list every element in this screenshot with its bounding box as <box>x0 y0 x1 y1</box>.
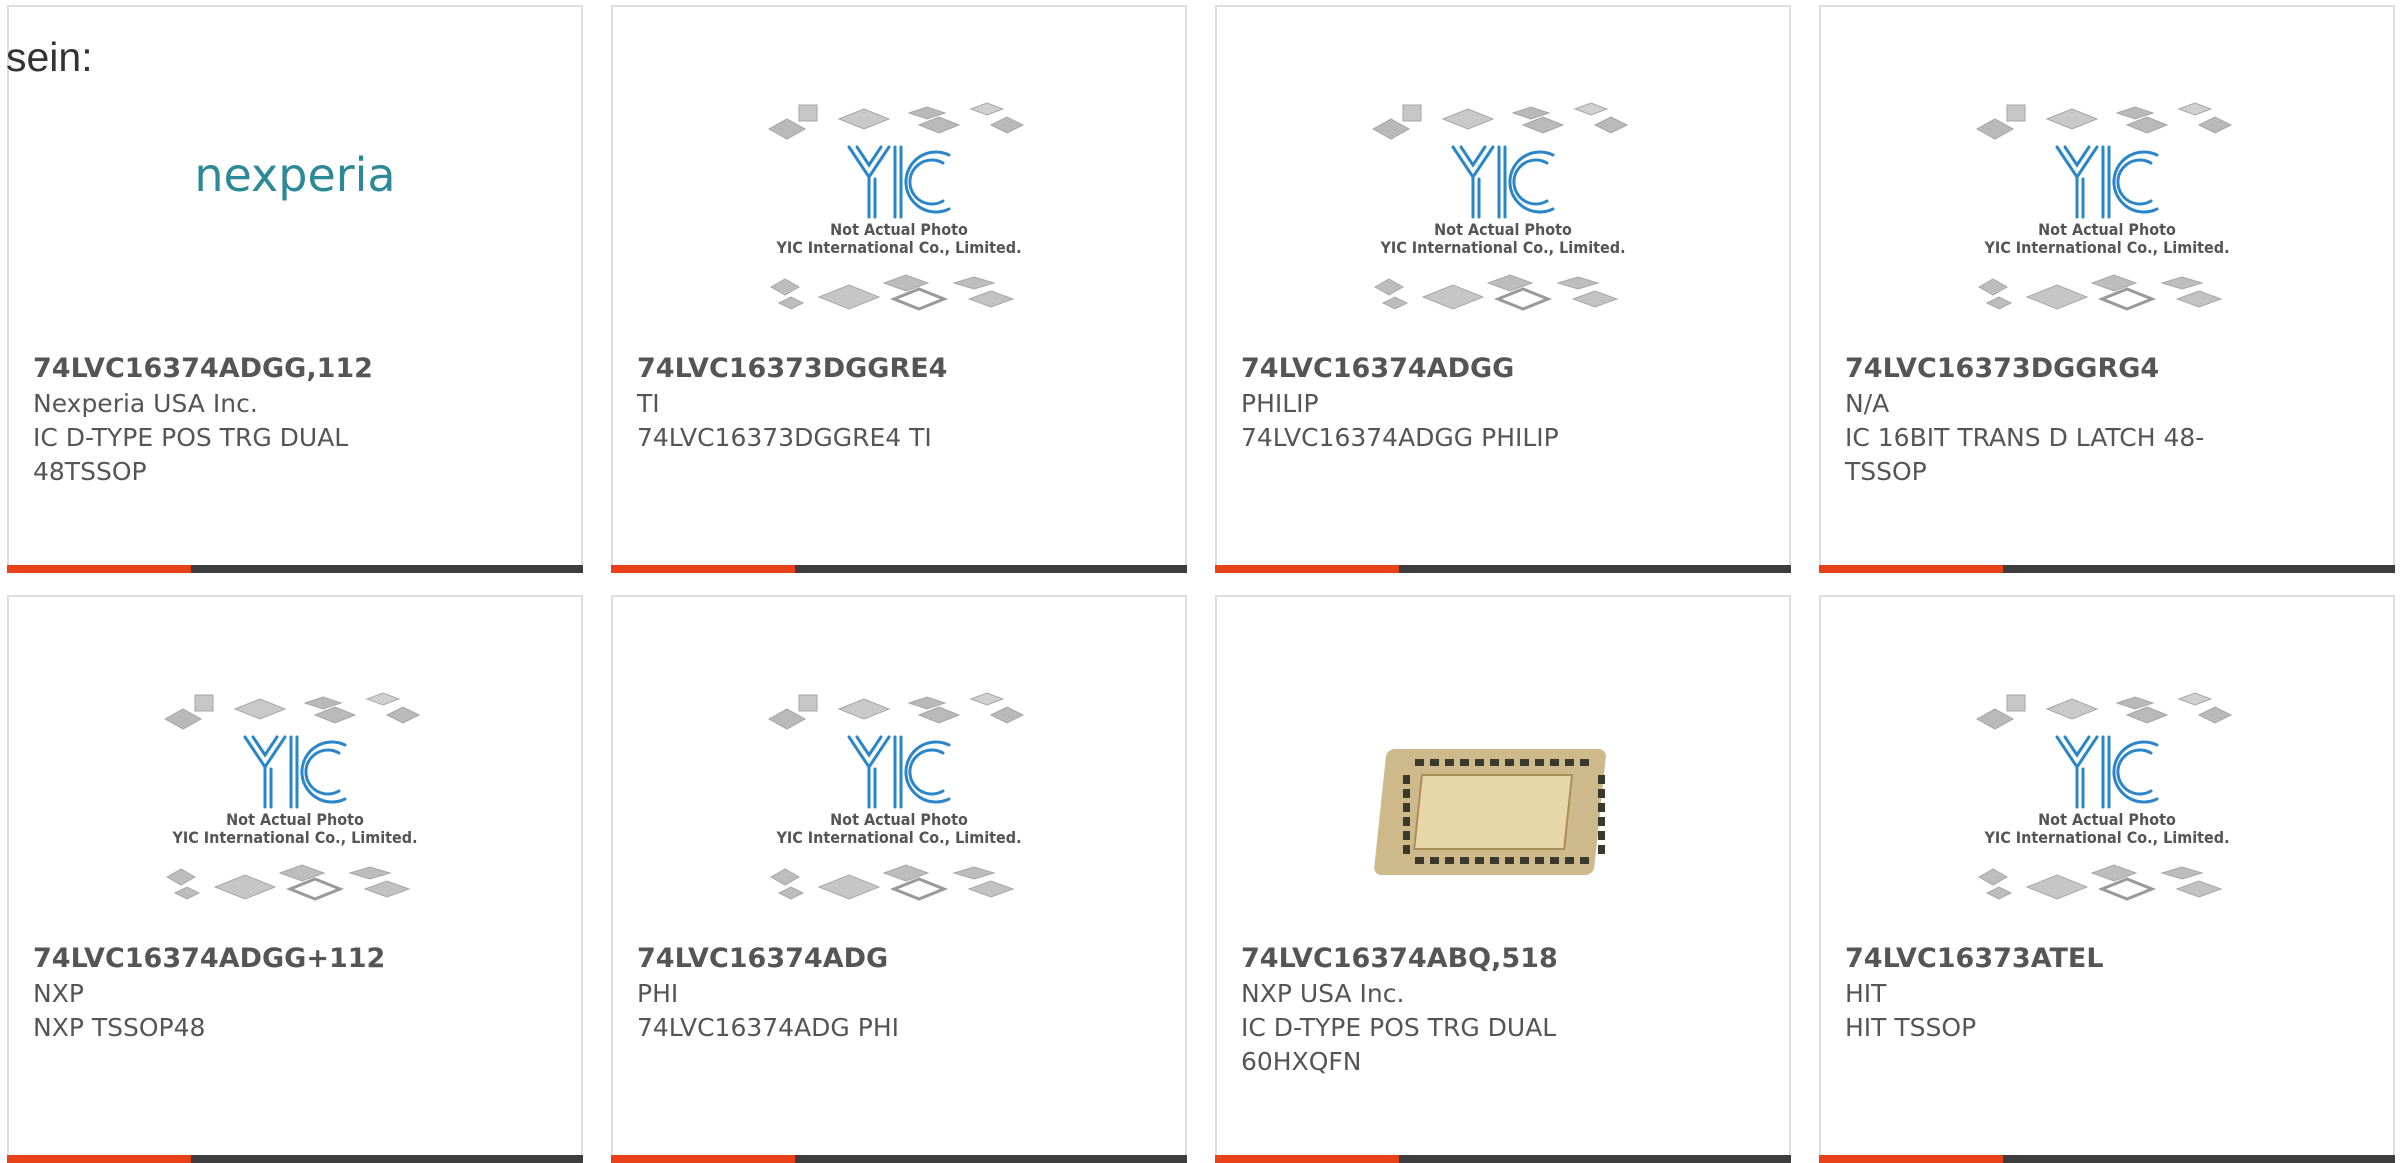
manufacturer: HIT <box>1845 979 1887 1008</box>
yic-placeholder-image: Not Actual Photo YIC International Co., … <box>767 102 1025 311</box>
svg-text:YIC International Co., Limited: YIC International Co., Limited. <box>775 238 1021 257</box>
product-card[interactable]: Not Actual Photo YIC International Co., … <box>1215 5 1791 573</box>
product-card[interactable]: nexperia 74LVC16374ADGG,112 Nexperia USA … <box>7 5 583 573</box>
svg-text:YIC International Co., Limited: YIC International Co., Limited. <box>1379 238 1625 257</box>
yic-placeholder-image: Not Actual Photo YIC International Co., … <box>163 692 421 901</box>
card-bottom-bar <box>7 1155 583 1163</box>
yic-placeholder-image: Not Actual Photo YIC International Co., … <box>1975 102 2233 311</box>
product-image[interactable]: Not Actual Photo YIC International Co., … <box>613 689 1185 929</box>
part-number[interactable]: 74LVC16374ADGG,112 <box>33 351 557 387</box>
manufacturer: NXP <box>33 979 84 1008</box>
part-number[interactable]: 74LVC16374ADGG+112 <box>33 941 557 977</box>
svg-text:nexperia: nexperia <box>194 148 395 202</box>
svg-text:YIC International Co., Limited: YIC International Co., Limited. <box>1983 238 2229 257</box>
description: HIT TSSOP <box>1845 1013 1977 1042</box>
part-number[interactable]: 74LVC16374ABQ,518 <box>1241 941 1765 977</box>
svg-text:Not Actual Photo: Not Actual Photo <box>1434 220 1572 239</box>
product-card[interactable]: Not Actual Photo YIC International Co., … <box>1819 595 2395 1163</box>
manufacturer: PHILIP <box>1241 389 1319 418</box>
svg-text:Not Actual Photo: Not Actual Photo <box>830 220 968 239</box>
card-bottom-bar <box>7 565 583 573</box>
nexperia-logo-image: nexperia <box>194 148 395 202</box>
svg-text:Not Actual Photo: Not Actual Photo <box>226 810 364 829</box>
product-card[interactable]: Not Actual Photo YIC International Co., … <box>7 595 583 1163</box>
description: IC D-TYPE POS TRG DUAL 60HXQFN <box>1241 1013 1557 1076</box>
product-card[interactable]: Not Actual Photo YIC International Co., … <box>611 5 1187 573</box>
card-bottom-bar <box>1215 1155 1791 1163</box>
description: 74LVC16374ADGG PHILIP <box>1241 423 1559 452</box>
product-image[interactable]: Not Actual Photo YIC International Co., … <box>613 99 1185 339</box>
part-number[interactable]: 74LVC16374ADG <box>637 941 1161 977</box>
part-number[interactable]: 74LVC16373DGGRG4 <box>1845 351 2369 387</box>
manufacturer: TI <box>637 389 660 418</box>
manufacturer: N/A <box>1845 389 1890 418</box>
card-bottom-bar <box>1819 1155 2395 1163</box>
manufacturer: PHI <box>637 979 679 1008</box>
product-card[interactable]: Not Actual Photo YIC International Co., … <box>611 595 1187 1163</box>
manufacturer: Nexperia USA Inc. <box>33 389 258 418</box>
description: IC 16BIT TRANS D LATCH 48-TSSOP <box>1845 423 2205 486</box>
description: IC D-TYPE POS TRG DUAL 48TSSOP <box>33 423 349 486</box>
product-image[interactable]: Not Actual Photo YIC International Co., … <box>1217 99 1789 339</box>
svg-text:Not Actual Photo: Not Actual Photo <box>2038 220 2176 239</box>
description: 74LVC16373DGGRE4 TI <box>637 423 932 452</box>
yic-placeholder-image: Not Actual Photo YIC International Co., … <box>1371 102 1629 311</box>
product-image[interactable]: Not Actual Photo YIC International Co., … <box>9 689 581 929</box>
product-image[interactable]: Not Actual Photo YIC International Co., … <box>1821 99 2393 339</box>
description: NXP TSSOP48 <box>33 1013 206 1042</box>
yic-placeholder-image: Not Actual Photo YIC International Co., … <box>767 692 1025 901</box>
card-bottom-bar <box>611 565 1187 573</box>
product-image[interactable]: Not Actual Photo YIC International Co., … <box>1821 689 2393 929</box>
description: 74LVC16374ADG PHI <box>637 1013 899 1042</box>
card-bottom-bar <box>1819 565 2395 573</box>
svg-text:YIC International Co., Limited: YIC International Co., Limited. <box>1983 828 2229 847</box>
svg-text:Not Actual Photo: Not Actual Photo <box>830 810 968 829</box>
svg-text:Not Actual Photo: Not Actual Photo <box>2038 810 2176 829</box>
card-bottom-bar <box>1215 565 1791 573</box>
chip-photo-image <box>1374 749 1606 875</box>
product-image[interactable] <box>1217 689 1789 929</box>
card-bottom-bar <box>611 1155 1187 1163</box>
product-grid: nexperia 74LVC16374ADGG,112 Nexperia USA … <box>0 0 2400 1163</box>
prefix-text: sein: <box>6 34 93 80</box>
part-number[interactable]: 74LVC16373DGGRE4 <box>637 351 1161 387</box>
yic-placeholder-image: Not Actual Photo YIC International Co., … <box>1975 692 2233 901</box>
svg-text:YIC International Co., Limited: YIC International Co., Limited. <box>171 828 417 847</box>
product-card[interactable]: 74LVC16374ABQ,518 NXP USA Inc. IC D-TYPE P… <box>1215 595 1791 1163</box>
product-card[interactable]: Not Actual Photo YIC International Co., … <box>1819 5 2395 573</box>
part-number[interactable]: 74LVC16374ADGG <box>1241 351 1765 387</box>
part-number[interactable]: 74LVC16373ATEL <box>1845 941 2369 977</box>
svg-text:YIC International Co., Limited: YIC International Co., Limited. <box>775 828 1021 847</box>
manufacturer: NXP USA Inc. <box>1241 979 1405 1008</box>
product-image[interactable]: nexperia <box>9 131 581 371</box>
